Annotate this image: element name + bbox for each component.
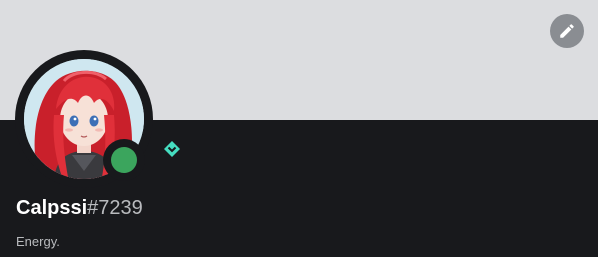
about-me-text: Energy. [16,234,60,249]
username: Calpssi [16,197,88,219]
user-profile-card: Calpssi#7239 Energy. [0,0,598,257]
online-status-indicator [111,147,137,173]
edit-profile-button[interactable] [550,14,584,48]
username-row: Calpssi#7239 [16,196,143,220]
hypesquad-balance-badge[interactable] [163,140,181,158]
discriminator: #7239 [87,197,143,219]
hypesquad-balance-icon [164,141,180,157]
pencil-icon [560,24,574,38]
